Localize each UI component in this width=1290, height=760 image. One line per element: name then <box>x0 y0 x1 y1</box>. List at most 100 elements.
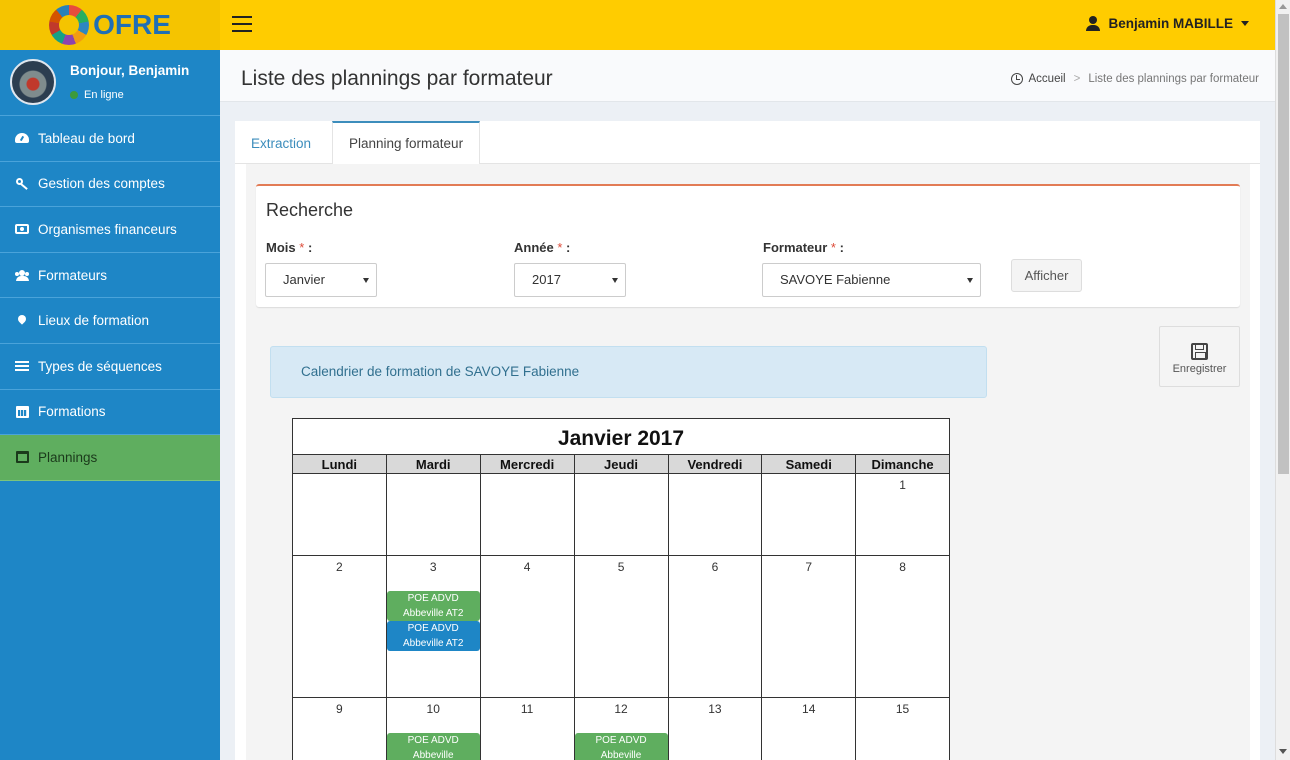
calendar-day-cell[interactable]: 3 POE ADVD Abbeville AT2 POE ADVD Abbevi… <box>385 555 481 698</box>
calendar-day-cell[interactable]: 8 <box>855 555 950 698</box>
weekday-mercredi: Mercredi <box>479 454 575 474</box>
page-title: Liste des plannings par formateur <box>241 67 553 90</box>
day-number: 14 <box>802 702 816 716</box>
calendar-event[interactable]: POE ADVD Abbeville <box>574 733 668 760</box>
sidebar-item-label: Types de séquences <box>38 358 162 374</box>
search-panel: Recherche Mois * : Janvier Année * : 201… <box>256 184 1240 307</box>
calendar-day-cell[interactable] <box>667 473 763 556</box>
calendar-day-cell[interactable]: 7 <box>761 555 857 698</box>
online-dot-icon <box>70 91 78 99</box>
scroll-down-arrow-icon[interactable] <box>1279 749 1287 754</box>
map-pin-icon <box>15 313 29 327</box>
sidebar-item-label: Lieux de formation <box>38 313 150 329</box>
calendar-day-cell[interactable]: 5 <box>573 555 669 698</box>
day-number: 15 <box>895 702 910 716</box>
sidebar-item-organismes-financeurs[interactable]: Organismes financeurs <box>0 207 220 253</box>
required-mark: * <box>830 240 836 255</box>
calendar-day-cell[interactable]: 1 <box>855 473 950 556</box>
caret-down-icon <box>1241 21 1249 26</box>
user-status-label: En ligne <box>84 89 124 101</box>
calendar-week: 2 3 POE ADVD Abbeville AT2 POE ADVD Abbe… <box>292 555 950 698</box>
day-number: 6 <box>711 560 719 574</box>
calendar-day-cell[interactable]: 14 <box>761 697 857 760</box>
calendar-info-callout: Calendrier de formation de SAVOYE Fabien… <box>270 346 987 398</box>
user-icon <box>1086 16 1101 31</box>
sidebar-item-lieux-de-formation[interactable]: Lieux de formation <box>0 298 220 344</box>
calendar-day-cell[interactable]: 13 <box>667 697 763 760</box>
day-number: 8 <box>899 560 906 574</box>
calendar-day-cell[interactable] <box>761 473 857 556</box>
avatar <box>10 59 56 105</box>
tab-extraction[interactable]: Extraction <box>235 121 327 164</box>
calendar-day-cell[interactable]: 10 POE ADVD Abbeville <box>385 697 481 760</box>
list-icon <box>15 360 29 372</box>
mois-select-value: Janvier <box>283 272 325 287</box>
save-button-label: Enregistrer <box>1172 363 1227 375</box>
content-header: Liste des plannings par formateur Accuei… <box>220 50 1275 102</box>
user-menu[interactable]: Benjamin MABILLE <box>1086 16 1249 31</box>
page-scrollbar[interactable] <box>1275 0 1290 760</box>
breadcrumb-home[interactable]: Accueil <box>1029 73 1066 85</box>
formateur-select-value: SAVOYE Fabienne <box>780 272 891 287</box>
calendar-day-cell[interactable] <box>479 473 575 556</box>
floppy-disk-icon <box>1191 343 1208 360</box>
scroll-thumb[interactable] <box>1278 14 1289 474</box>
weekday-dimanche: Dimanche <box>855 454 950 474</box>
day-number: 1 <box>899 478 906 492</box>
user-status: En ligne <box>70 89 124 101</box>
calendar-day-cell[interactable]: 6 <box>667 555 763 698</box>
afficher-button[interactable]: Afficher <box>1011 259 1082 292</box>
annee-label: Année * : <box>514 240 571 255</box>
day-number: 11 <box>520 702 534 716</box>
calendar-event[interactable]: POE ADVD Abbeville <box>386 733 480 760</box>
day-number: 4 <box>523 560 531 574</box>
calendar-outline-icon <box>15 451 29 464</box>
sidebar-item-formations[interactable]: Formations <box>0 390 220 436</box>
calendar-day-cell[interactable] <box>573 473 669 556</box>
calendar-title: Janvier 2017 <box>292 418 950 455</box>
weekday-samedi: Samedi <box>761 454 857 474</box>
sidebar-item-formateurs[interactable]: Formateurs <box>0 253 220 299</box>
tab-planning-formateur[interactable]: Planning formateur <box>332 121 481 165</box>
calendar-day-cell[interactable]: 15 <box>855 697 950 760</box>
mois-label: Mois * : <box>266 240 313 255</box>
formateur-select[interactable]: SAVOYE Fabienne <box>762 263 981 297</box>
menu-toggle-icon[interactable] <box>232 16 252 32</box>
day-number: 13 <box>708 702 722 716</box>
calendar-day-cell[interactable] <box>385 473 481 556</box>
weekday-lundi: Lundi <box>292 454 387 474</box>
sidebar-item-gestion-des-comptes[interactable]: Gestion des comptes <box>0 162 220 208</box>
mois-select[interactable]: Janvier <box>265 263 377 297</box>
sidebar-item-label: Organismes financeurs <box>38 221 177 237</box>
calendar-day-cell[interactable]: 12 POE ADVD Abbeville <box>573 697 669 760</box>
calendar-day-cell[interactable]: 4 <box>479 555 575 698</box>
annee-select[interactable]: 2017 <box>514 263 626 297</box>
dashboard-clock-icon <box>1010 73 1023 85</box>
sidebar-item-label: Gestion des comptes <box>38 176 165 192</box>
calendar-day-cell[interactable]: 2 <box>292 555 387 698</box>
calendar-week: 9 10 POE ADVD Abbeville 11 12 POE ADVD A… <box>292 697 950 760</box>
sidebar-item-types-de-sequences[interactable]: Types de séquences <box>0 344 220 390</box>
calendar-event[interactable]: POE ADVD Abbeville AT2 <box>386 591 480 621</box>
logo-text: OFRE <box>93 9 171 40</box>
top-navbar: OFRE Benjamin MABILLE <box>0 0 1275 50</box>
sidebar: Bonjour, Benjamin En ligne Tableau de bo… <box>0 50 220 760</box>
breadcrumb-separator: > <box>1073 73 1081 85</box>
sidebar-item-tableau-de-bord[interactable]: Tableau de bord <box>0 116 220 162</box>
calendar-day-cell[interactable]: 9 <box>292 697 387 760</box>
calendar-event[interactable]: POE ADVD Abbeville AT2 <box>386 621 480 651</box>
breadcrumb: Accueil > Liste des plannings par format… <box>1010 73 1259 85</box>
sidebar-item-plannings[interactable]: Plannings <box>0 435 220 481</box>
weekday-mardi: Mardi <box>385 454 481 474</box>
logo[interactable]: OFRE <box>0 0 220 50</box>
tabs: Extraction Planning formateur <box>235 121 1260 165</box>
scroll-up-arrow-icon[interactable] <box>1279 4 1287 9</box>
weekday-vendredi: Vendredi <box>667 454 763 474</box>
main-box: Extraction Planning formateur Recherche … <box>235 121 1260 760</box>
calendar-day-cell[interactable]: 11 <box>479 697 575 760</box>
logo-mark-icon <box>49 5 90 45</box>
calendar-day-cell[interactable] <box>292 473 387 556</box>
calendar-weekday-header: Lundi Mardi Mercredi Jeudi Vendredi Same… <box>292 454 950 474</box>
calendar: Janvier 2017 Lundi Mardi Mercredi Jeudi … <box>292 418 950 760</box>
save-button[interactable]: Enregistrer <box>1159 326 1240 387</box>
